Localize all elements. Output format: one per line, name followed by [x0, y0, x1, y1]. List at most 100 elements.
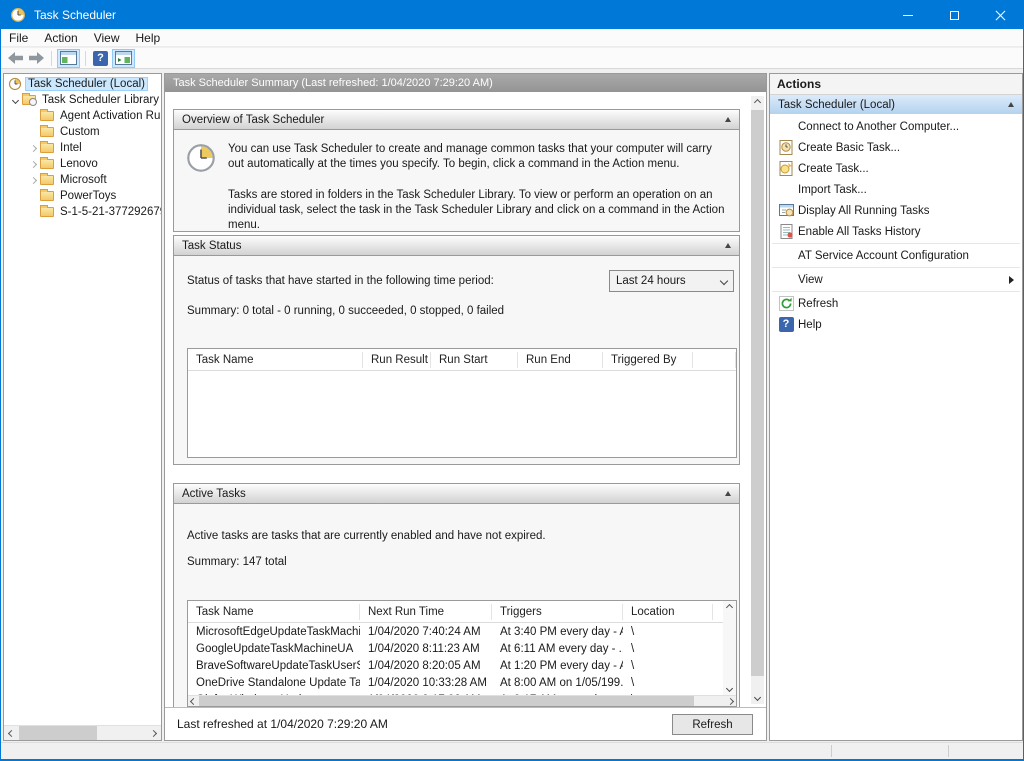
- console-tree-icon: [60, 51, 77, 65]
- scrollbar-thumb[interactable]: [199, 696, 694, 706]
- summary-panel: Task Scheduler Summary (Last refreshed: …: [164, 73, 767, 741]
- action-display-all-running-tasks[interactable]: Display All Running Tasks: [770, 200, 1022, 221]
- close-button[interactable]: [977, 1, 1023, 29]
- scroll-right-arrow[interactable]: [725, 696, 736, 707]
- scrollbar-thumb[interactable]: [751, 110, 764, 676]
- tree-item-task-scheduler-library[interactable]: Task Scheduler Library: [4, 92, 161, 108]
- scroll-down-arrow[interactable]: [751, 691, 764, 704]
- scroll-left-arrow[interactable]: [188, 696, 199, 707]
- folder-clock-icon: [22, 95, 36, 105]
- show-action-pane-button[interactable]: [112, 49, 135, 68]
- back-arrow-icon: [8, 52, 23, 64]
- scroll-down-arrow[interactable]: [723, 682, 736, 695]
- column-header[interactable]: Run Start: [431, 352, 518, 368]
- tree-item-task-scheduler-local[interactable]: Task Scheduler (Local): [4, 76, 161, 92]
- column-header[interactable]: Run Result: [363, 352, 431, 368]
- tree-item-label: S-1-5-21-3772926790-: [58, 206, 161, 218]
- task-status-table-header: Task Name Run Result Run Start Run End T…: [188, 349, 736, 371]
- tree-item-powertoys[interactable]: PowerToys: [4, 188, 161, 204]
- collapse-icon[interactable]: [725, 117, 731, 122]
- collapse-icon[interactable]: [725, 491, 731, 496]
- overview-section-title: Overview of Task Scheduler: [182, 114, 324, 126]
- minimize-button[interactable]: [885, 1, 931, 29]
- column-header[interactable]: Task Name: [188, 604, 360, 620]
- column-header[interactable]: Triggers: [492, 604, 623, 620]
- menu-action[interactable]: Action: [36, 29, 85, 47]
- active-tasks-table-header: Task Name Next Run Time Triggers Locatio…: [188, 601, 736, 623]
- column-header[interactable]: Next Run Time: [360, 604, 492, 620]
- column-header[interactable]: Run End: [518, 352, 603, 368]
- task-scheduler-window: Task Scheduler File Action View Help ?: [0, 0, 1024, 761]
- task-status-section-header[interactable]: Task Status: [174, 236, 739, 256]
- action-help[interactable]: ? Help: [770, 314, 1022, 335]
- forward-button[interactable]: [27, 49, 46, 68]
- overview-section: Overview of Task Scheduler You can use T…: [173, 109, 740, 232]
- tree-horizontal-scrollbar[interactable]: [4, 725, 161, 740]
- expand-collapse-caret[interactable]: [8, 98, 22, 103]
- expand-collapse-caret[interactable]: [26, 162, 40, 167]
- task-status-table: Task Name Run Result Run Start Run End T…: [187, 348, 737, 458]
- active-tasks-section-header[interactable]: Active Tasks: [174, 484, 739, 504]
- show-console-tree-button[interactable]: [57, 49, 80, 68]
- tree-item-lenovo[interactable]: Lenovo: [4, 156, 161, 172]
- action-create-basic-task[interactable]: Create Basic Task...: [770, 137, 1022, 158]
- actions-panel: Actions Task Scheduler (Local) Connect t…: [769, 73, 1023, 741]
- folder-icon: [40, 191, 54, 201]
- table-row[interactable]: MicrosoftEdgeUpdateTaskMachine...1/04/20…: [188, 623, 723, 640]
- table-vertical-scrollbar[interactable]: [723, 601, 736, 695]
- tree-item-intel[interactable]: Intel: [4, 140, 161, 156]
- tree-item-sid[interactable]: S-1-5-21-3772926790-: [4, 204, 161, 220]
- tree-item-agent-activation[interactable]: Agent Activation Runt: [4, 108, 161, 124]
- expand-collapse-caret[interactable]: [26, 146, 40, 151]
- column-header[interactable]: Triggered By: [603, 352, 693, 368]
- action-import-task[interactable]: Import Task...: [770, 179, 1022, 200]
- help-toolbar-button[interactable]: ?: [91, 49, 110, 68]
- tree-item-label: Task Scheduler Library: [40, 94, 161, 106]
- active-tasks-section: Active Tasks Active tasks are tasks that…: [173, 483, 740, 707]
- action-create-task[interactable]: Create Task...: [770, 158, 1022, 179]
- scroll-up-arrow[interactable]: [751, 96, 764, 109]
- folder-icon: [40, 111, 54, 121]
- folder-icon: [40, 127, 54, 137]
- column-header[interactable]: Task Name: [188, 352, 363, 368]
- maximize-button[interactable]: [931, 1, 977, 29]
- console-tree-panel: Task Scheduler (Local) Task Scheduler Li…: [3, 73, 162, 741]
- minimize-icon: [903, 15, 913, 16]
- menu-help[interactable]: Help: [128, 29, 169, 47]
- summary-body: Overview of Task Scheduler You can use T…: [165, 92, 766, 707]
- collapse-icon[interactable]: [725, 243, 731, 248]
- column-header[interactable]: Location: [623, 604, 713, 620]
- scroll-right-arrow[interactable]: [146, 726, 161, 741]
- table-row[interactable]: OneDrive Standalone Update Task-...1/04/…: [188, 674, 723, 691]
- back-button[interactable]: [6, 49, 25, 68]
- table-row[interactable]: GoogleUpdateTaskMachineUA1/04/2020 8:11:…: [188, 640, 723, 657]
- summary-footer: Last refreshed at 1/04/2020 7:29:20 AM R…: [165, 707, 766, 740]
- clock-icon: [8, 77, 22, 91]
- action-refresh[interactable]: Refresh: [770, 293, 1022, 314]
- expand-collapse-caret[interactable]: [26, 178, 40, 183]
- action-enable-all-tasks-history[interactable]: Enable All Tasks History: [770, 221, 1022, 242]
- scroll-left-arrow[interactable]: [4, 726, 19, 741]
- tree-item-custom[interactable]: Custom: [4, 124, 161, 140]
- scrollbar-thumb[interactable]: [19, 726, 97, 740]
- menu-file[interactable]: File: [1, 29, 36, 47]
- action-at-service-account-configuration[interactable]: AT Service Account Configuration: [770, 245, 1022, 266]
- tree-item-microsoft[interactable]: Microsoft: [4, 172, 161, 188]
- active-tasks-section-body: Active tasks are tasks that are currentl…: [174, 504, 739, 707]
- table-row[interactable]: BraveSoftwareUpdateTaskUserS-1-...1/04/2…: [188, 657, 723, 674]
- menu-view[interactable]: View: [86, 29, 128, 47]
- refresh-button[interactable]: Refresh: [672, 714, 753, 735]
- scope-tree: Task Scheduler (Local) Task Scheduler Li…: [4, 76, 161, 724]
- time-period-dropdown[interactable]: Last 24 hours: [609, 270, 734, 292]
- status-bar: [1, 742, 1023, 759]
- actions-group-header[interactable]: Task Scheduler (Local): [770, 95, 1022, 114]
- scroll-up-arrow[interactable]: [723, 601, 736, 614]
- collapse-icon[interactable]: [1008, 102, 1014, 107]
- overview-section-header[interactable]: Overview of Task Scheduler: [174, 110, 739, 130]
- table-horizontal-scrollbar[interactable]: [188, 695, 736, 706]
- tree-item-label: Intel: [58, 142, 84, 154]
- summary-vertical-scrollbar[interactable]: [751, 96, 764, 704]
- action-view[interactable]: View: [770, 269, 1022, 290]
- action-connect-to-another-computer[interactable]: Connect to Another Computer...: [770, 116, 1022, 137]
- window-title: Task Scheduler: [34, 8, 116, 22]
